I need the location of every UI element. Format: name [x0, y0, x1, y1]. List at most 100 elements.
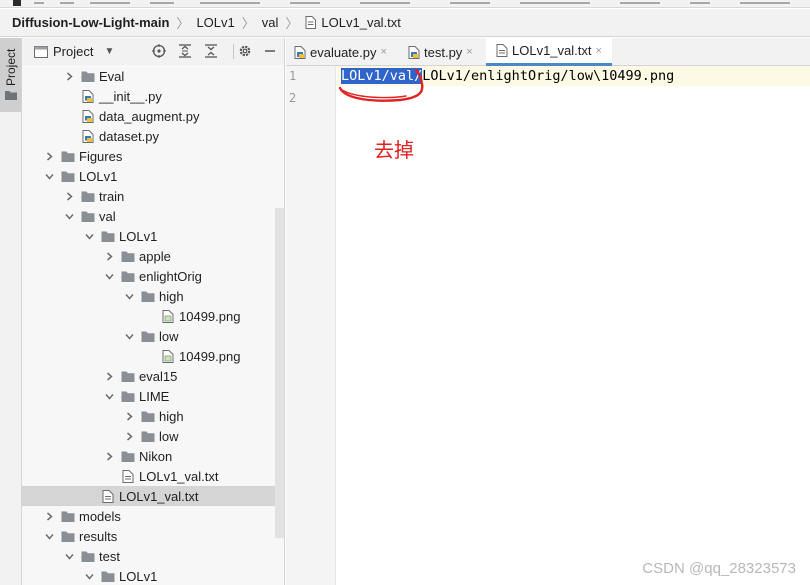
tree-folder-item[interactable]: low — [22, 426, 284, 446]
chevron-right-icon[interactable] — [104, 251, 114, 261]
project-panel: Project ▼ Eval __init__.py data_augment.py… — [22, 38, 285, 585]
tree-item-label: Figures — [79, 148, 123, 164]
python-file-icon — [82, 129, 94, 143]
chevron-right-icon[interactable] — [104, 451, 114, 461]
chevron-down-icon[interactable]: ▼ — [104, 46, 114, 57]
breadcrumb-item-lolv1[interactable]: LOLv1 — [196, 15, 234, 30]
tree-item-label: data_augment.py — [99, 108, 200, 124]
tree-item-label: models — [79, 508, 121, 524]
tree-item-label: LOLv1 — [119, 568, 158, 584]
line-number-gutter: 1 2 — [286, 66, 336, 585]
tab-label: test.py — [424, 44, 463, 60]
tree-folder-item[interactable]: enlightOrig — [22, 266, 284, 286]
tree-file-item[interactable]: LOLv1_val.txt — [22, 486, 284, 506]
tree-file-item[interactable]: 10499.png — [22, 346, 284, 366]
close-icon[interactable]: × — [596, 45, 602, 57]
tree-item-label: LOLv1 — [119, 228, 158, 244]
chevron-down-icon[interactable] — [64, 551, 74, 561]
chevron-down-icon[interactable] — [104, 271, 114, 281]
tree-folder-item[interactable]: Figures — [22, 146, 284, 166]
text-file-icon — [122, 469, 134, 483]
chevron-right-icon[interactable] — [64, 71, 74, 81]
locate-target-icon[interactable] — [151, 43, 167, 59]
red-underline-scribble — [338, 68, 424, 102]
chevron-right-icon[interactable] — [44, 511, 54, 521]
gear-icon[interactable] — [237, 43, 253, 59]
chevron-down-icon[interactable] — [84, 571, 94, 581]
tree-file-item[interactable]: __init__.py — [22, 86, 284, 106]
project-tool-tab[interactable]: Project — [0, 38, 21, 112]
folder-icon — [61, 531, 75, 542]
chevron-down-icon[interactable] — [104, 391, 114, 401]
tree-folder-item[interactable]: high — [22, 286, 284, 306]
project-panel-header: Project ▼ — [22, 38, 284, 65]
tree-folder-item[interactable]: LOLv1 — [22, 226, 284, 246]
tab-test-py[interactable]: test.py × — [408, 38, 473, 66]
folder-icon — [121, 251, 135, 262]
tree-item-label: enlightOrig — [139, 268, 202, 284]
folder-icon — [101, 571, 115, 582]
tree-folder-item[interactable]: LIME — [22, 386, 284, 406]
chevron-down-icon[interactable] — [44, 531, 54, 541]
folder-icon — [141, 411, 155, 422]
chevron-down-icon[interactable] — [44, 171, 54, 181]
collapse-all-icon[interactable] — [203, 43, 219, 59]
project-panel-title[interactable]: Project — [53, 44, 93, 59]
chevron-right-icon[interactable] — [104, 371, 114, 381]
tree-item-label: LIME — [139, 388, 170, 404]
tree-file-item[interactable]: 10499.png — [22, 306, 284, 326]
folder-icon — [121, 271, 135, 282]
image-file-icon — [162, 309, 174, 323]
tab-evaluate-py[interactable]: evaluate.py × — [294, 38, 387, 66]
tree-item-label: high — [159, 408, 184, 424]
tree-folder-item[interactable]: high — [22, 406, 284, 426]
folder-icon — [141, 431, 155, 442]
python-file-icon — [408, 45, 420, 59]
tree-file-item[interactable]: LOLv1_val.txt — [22, 466, 284, 486]
chevron-right-icon[interactable] — [64, 191, 74, 201]
chevron-down-icon[interactable] — [84, 231, 94, 241]
tree-item-label: __init__.py — [99, 88, 162, 104]
tree-folder-item[interactable]: LOLv1 — [22, 166, 284, 186]
chevron-right-icon[interactable] — [124, 431, 134, 441]
tree-item-label: test — [99, 548, 120, 564]
tree-item-label: results — [79, 528, 118, 544]
minimize-icon[interactable] — [262, 43, 278, 59]
tab-label: evaluate.py — [310, 44, 377, 60]
tree-folder-item[interactable]: results — [22, 526, 284, 546]
breadcrumb-item-val[interactable]: val — [262, 15, 279, 30]
image-file-icon — [162, 349, 174, 363]
breadcrumb-item-project[interactable]: Diffusion-Low-Light-main — [12, 15, 169, 30]
tree-folder-item[interactable]: test — [22, 546, 284, 566]
tree-item-label: val — [99, 208, 116, 224]
editor-tabs: evaluate.py × test.py × LOLv1_val.txt × — [286, 38, 810, 66]
tree-folder-item[interactable]: models — [22, 506, 284, 526]
close-icon[interactable]: × — [466, 46, 472, 58]
expand-all-icon[interactable] — [177, 43, 193, 59]
chevron-right-icon[interactable] — [44, 151, 54, 161]
tree-file-item[interactable]: dataset.py — [22, 126, 284, 146]
chevron-right-icon[interactable] — [124, 411, 134, 421]
close-icon[interactable]: × — [381, 46, 387, 58]
tree-folder-item[interactable]: train — [22, 186, 284, 206]
tab-lolv1-val-txt[interactable]: LOLv1_val.txt × — [486, 38, 612, 66]
tree-folder-item[interactable]: Eval — [22, 66, 284, 86]
tree-folder-item[interactable]: Nikon — [22, 446, 284, 466]
tree-folder-item[interactable]: eval15 — [22, 366, 284, 386]
tree-scrollbar[interactable] — [275, 208, 284, 538]
folder-icon — [61, 151, 75, 162]
tree-item-label: eval15 — [139, 368, 178, 384]
tree-folder-item[interactable]: apple — [22, 246, 284, 266]
folder-icon — [141, 331, 155, 342]
tree-folder-item[interactable]: LOLv1 — [22, 566, 284, 585]
tree-item-label: low — [159, 428, 179, 444]
chevron-down-icon[interactable] — [124, 291, 134, 301]
watermark: CSDN @qq_28323573 — [642, 560, 796, 577]
chevron-down-icon[interactable] — [64, 211, 74, 221]
breadcrumb-separator-icon: 〉 — [176, 16, 190, 31]
chevron-down-icon[interactable] — [124, 331, 134, 341]
tree-folder-item[interactable]: low — [22, 326, 284, 346]
tree-folder-item[interactable]: val — [22, 206, 284, 226]
tree-file-item[interactable]: data_augment.py — [22, 106, 284, 126]
breadcrumb-item-file[interactable]: LOLv1_val.txt — [321, 15, 401, 30]
